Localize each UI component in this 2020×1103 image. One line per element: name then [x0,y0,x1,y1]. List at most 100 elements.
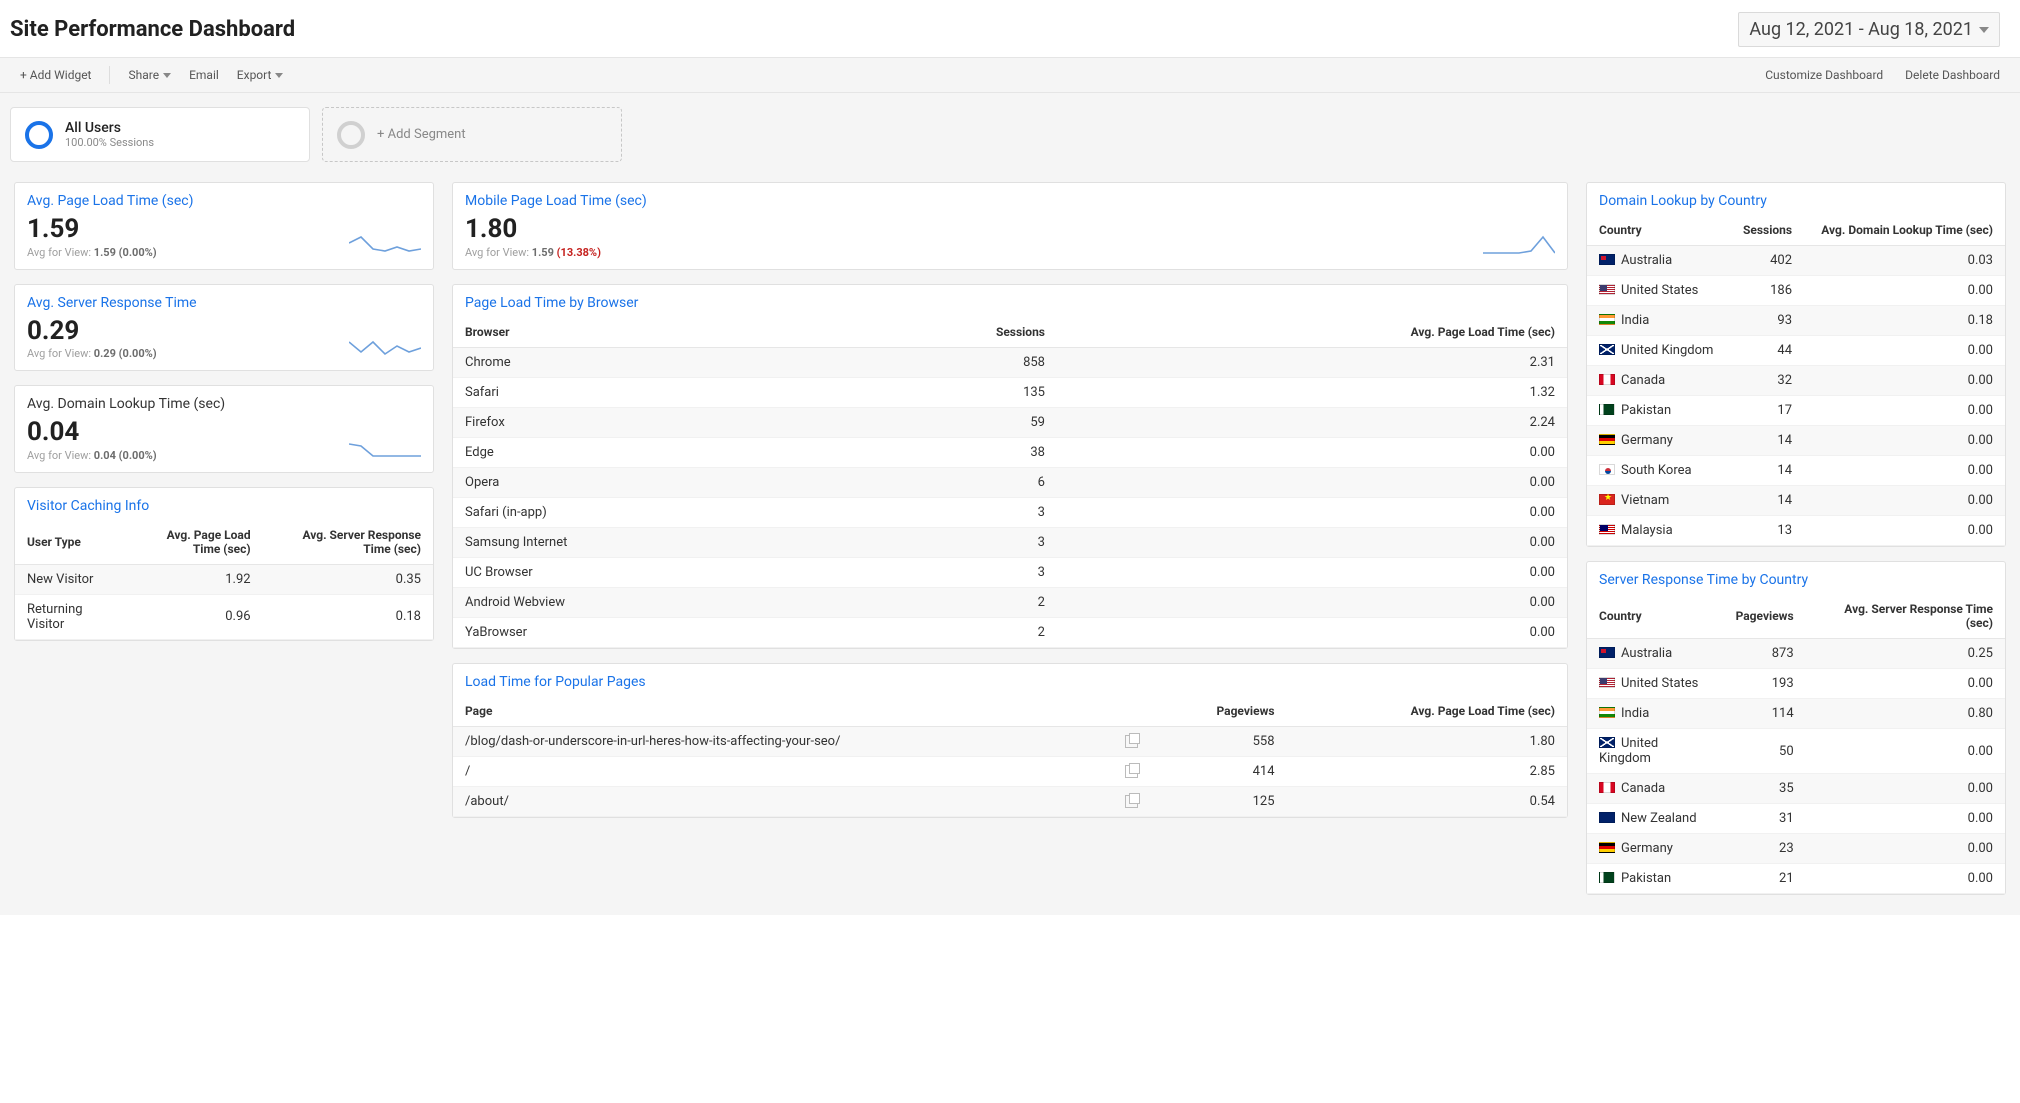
metric-value: 1.80 [465,215,601,244]
cell-browser[interactable]: Safari [453,377,836,407]
cell-browser[interactable]: Chrome [453,347,836,377]
table-row: United Kingdom 50 0.00 [1587,729,2005,774]
cell-browser[interactable]: YaBrowser [453,617,836,647]
segment-all-users[interactable]: All Users 100.00% Sessions [10,107,310,162]
cell-browser[interactable]: Edge [453,437,836,467]
export-button[interactable]: Export [237,68,284,82]
cell-time: 0.25 [1806,639,2005,669]
table-row: New Visitor 1.92 0.35 [15,564,433,594]
email-button[interactable]: Email [189,68,219,82]
cell-browser[interactable]: Android Webview [453,587,836,617]
add-widget-button[interactable]: + Add Widget [20,68,91,82]
cell-country[interactable]: South Korea [1587,456,1729,486]
sparkline [349,231,421,259]
cell-country[interactable]: United States [1587,276,1729,306]
cell-pageviews: 873 [1724,639,1806,669]
table-row: Germany 14 0.00 [1587,426,2005,456]
table-row: India 93 0.18 [1587,306,2005,336]
cell-time: 0.00 [1057,587,1567,617]
cell-country[interactable]: Canada [1587,774,1724,804]
cell-sessions: 38 [836,437,1057,467]
col-country: Country [1587,594,1724,639]
cell-page[interactable]: /blog/dash-or-underscore-in-url-heres-ho… [453,726,1150,756]
external-link-icon[interactable] [1125,765,1138,778]
cell-country[interactable]: United Kingdom [1587,336,1729,366]
share-button[interactable]: Share [128,68,171,82]
cell-page[interactable]: / [453,756,1150,786]
cell-country[interactable]: Canada [1587,366,1729,396]
col-user-type: User Type [15,520,125,565]
cell-page[interactable]: /about/ [453,786,1150,816]
cell-srt: 0.18 [263,594,433,639]
flag-icon [1599,374,1615,385]
domain-country-table: Country Sessions Avg. Domain Lookup Time… [1587,215,2005,546]
cell-time: 0.00 [1804,336,2005,366]
widget-title: Server Response Time by Country [1587,562,2005,594]
cell-country[interactable]: India [1587,306,1729,336]
metric-value: 1.59 [27,215,157,244]
cell-sessions: 135 [836,377,1057,407]
cell-country[interactable]: United Kingdom [1587,729,1724,774]
table-row: Germany 23 0.00 [1587,834,2005,864]
cell-sessions: 402 [1729,246,1804,276]
cell-country[interactable]: Australia [1587,639,1724,669]
widget-avg-domain-lookup[interactable]: Avg. Domain Lookup Time (sec) 0.04 Avg f… [14,385,434,473]
cell-time: 0.00 [1804,366,2005,396]
cell-browser[interactable]: Opera [453,467,836,497]
widget-browser-load[interactable]: Page Load Time by Browser Browser Sessio… [452,284,1568,649]
sparkline [349,434,421,462]
metric-sub: Avg for View: 0.29 (0.00%) [27,347,157,360]
flag-icon [1599,464,1615,475]
flag-icon [1599,707,1615,718]
popular-table: Page Pageviews Avg. Page Load Time (sec)… [453,696,1567,817]
cell-sessions: 6 [836,467,1057,497]
cell-country[interactable]: Vietnam [1587,486,1729,516]
external-link-icon[interactable] [1125,795,1138,808]
cell-country[interactable]: Germany [1587,834,1724,864]
sparkline [349,332,421,360]
cell-country[interactable]: Pakistan [1587,396,1729,426]
delete-dashboard-link[interactable]: Delete Dashboard [1905,68,2000,82]
cell-sessions: 14 [1729,456,1804,486]
cell-country[interactable]: United States [1587,669,1724,699]
cell-time: 0.00 [1804,486,2005,516]
cell-browser[interactable]: Safari (in-app) [453,497,836,527]
widget-mobile-load[interactable]: Mobile Page Load Time (sec) 1.80 Avg for… [452,182,1568,270]
widget-avg-page-load[interactable]: Avg. Page Load Time (sec) 1.59 Avg for V… [14,182,434,270]
table-row: /about/ 125 0.54 [453,786,1567,816]
add-segment-button[interactable]: + Add Segment [322,107,622,162]
external-link-icon[interactable] [1125,735,1138,748]
cell-browser[interactable]: Firefox [453,407,836,437]
cell-browser[interactable]: UC Browser [453,557,836,587]
cell-time: 0.03 [1804,246,2005,276]
widget-visitor-caching[interactable]: Visitor Caching Info User Type Avg. Page… [14,487,434,641]
table-row: Samsung Internet 3 0.00 [453,527,1567,557]
widget-title: Page Load Time by Browser [453,285,1567,317]
cell-sessions: 2 [836,617,1057,647]
widget-avg-server-response[interactable]: Avg. Server Response Time 0.29 Avg for V… [14,284,434,372]
flag-icon [1599,872,1615,883]
cell-country[interactable]: Australia [1587,246,1729,276]
cell-pageviews: 31 [1724,804,1806,834]
widget-popular-pages[interactable]: Load Time for Popular Pages Page Pagevie… [452,663,1568,818]
metric-value: 0.29 [27,317,157,346]
cell-time: 0.00 [1806,864,2005,894]
cell-sessions: 14 [1729,426,1804,456]
cell-country[interactable]: Germany [1587,426,1729,456]
widget-domain-country[interactable]: Domain Lookup by Country Country Session… [1586,182,2006,547]
customize-dashboard-link[interactable]: Customize Dashboard [1765,68,1883,82]
cell-sessions: 14 [1729,486,1804,516]
cell-country[interactable]: Pakistan [1587,864,1724,894]
cell-country[interactable]: Malaysia [1587,516,1729,546]
cell-country[interactable]: India [1587,699,1724,729]
table-row: New Zealand 31 0.00 [1587,804,2005,834]
cell-browser[interactable]: Samsung Internet [453,527,836,557]
cell-country[interactable]: New Zealand [1587,804,1724,834]
widget-title: Mobile Page Load Time (sec) [453,183,1567,215]
widget-server-country[interactable]: Server Response Time by Country Country … [1586,561,2006,895]
cell-sessions: 59 [836,407,1057,437]
table-row: YaBrowser 2 0.00 [453,617,1567,647]
date-range-picker[interactable]: Aug 12, 2021 - Aug 18, 2021 [1738,12,2000,47]
widget-title: Avg. Domain Lookup Time (sec) [15,386,433,418]
cell-time: 0.00 [1057,467,1567,497]
